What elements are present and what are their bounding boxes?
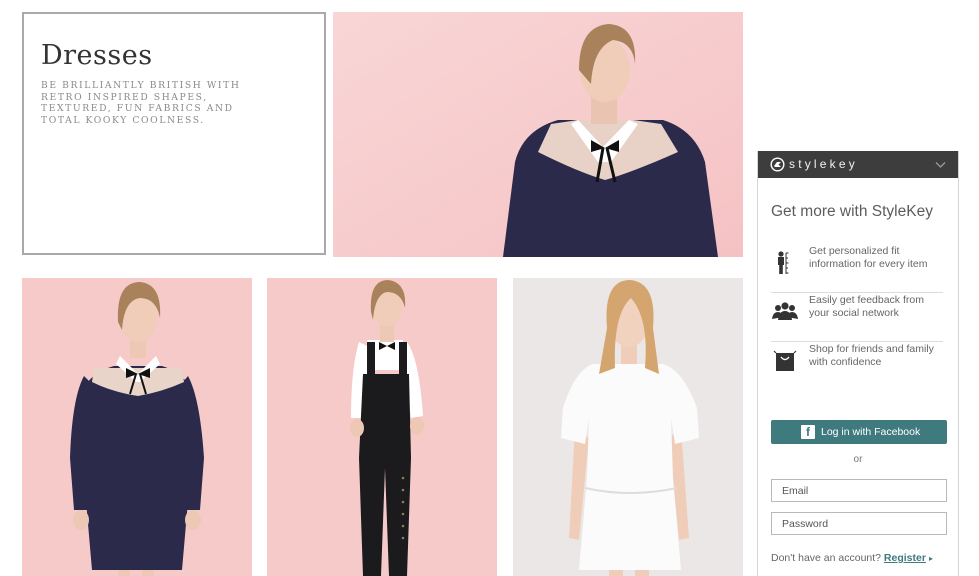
facebook-login-label: Log in with Facebook (821, 426, 921, 438)
feature-shop-for-friends: Shop for friends and family with confide… (771, 343, 943, 391)
product-image-white-dress[interactable] (513, 278, 743, 576)
product-image-navy-dress[interactable] (22, 278, 252, 576)
shopping-bag-icon (773, 350, 797, 371)
feature-text: Shop for friends and family with confide… (809, 343, 934, 368)
no-account-text: Don't have an account? (771, 552, 884, 564)
stylekey-logo-icon (770, 157, 785, 172)
facebook-login-button[interactable]: f Log in with Facebook (771, 420, 947, 444)
feature-fit-info: Get personalized fit information for eve… (771, 245, 943, 293)
group-people-icon (772, 302, 798, 320)
caret-right-icon: ▸ (928, 554, 933, 563)
stylekey-widget: stylekey Get more with StyleKey Get pers… (757, 151, 959, 576)
category-title: Dresses (41, 40, 153, 71)
hero-product-image[interactable] (333, 12, 743, 257)
person-measure-icon (778, 251, 789, 274)
email-field[interactable] (771, 479, 947, 502)
product-image-black-dungarees[interactable] (267, 278, 497, 576)
feature-text: Get personalized fit information for eve… (809, 245, 928, 270)
category-intro-card: Dresses Be brilliantly British with retr… (22, 12, 326, 255)
feature-social-feedback: Easily get feedback from your social net… (771, 294, 943, 342)
category-description: Be brilliantly British with retro inspir… (41, 80, 241, 126)
or-divider: or (853, 454, 863, 465)
chevron-down-icon[interactable] (935, 159, 946, 170)
register-link[interactable]: Register (884, 552, 926, 564)
stylekey-header[interactable]: stylekey (758, 151, 958, 178)
stylekey-brand: stylekey (789, 157, 858, 171)
facebook-icon: f (801, 425, 815, 439)
password-field[interactable] (771, 512, 947, 535)
feature-text: Easily get feedback from your social net… (809, 294, 924, 319)
register-prompt: Don't have an account? Register ▸ (771, 552, 933, 564)
stylekey-title: Get more with StyleKey (771, 203, 933, 220)
